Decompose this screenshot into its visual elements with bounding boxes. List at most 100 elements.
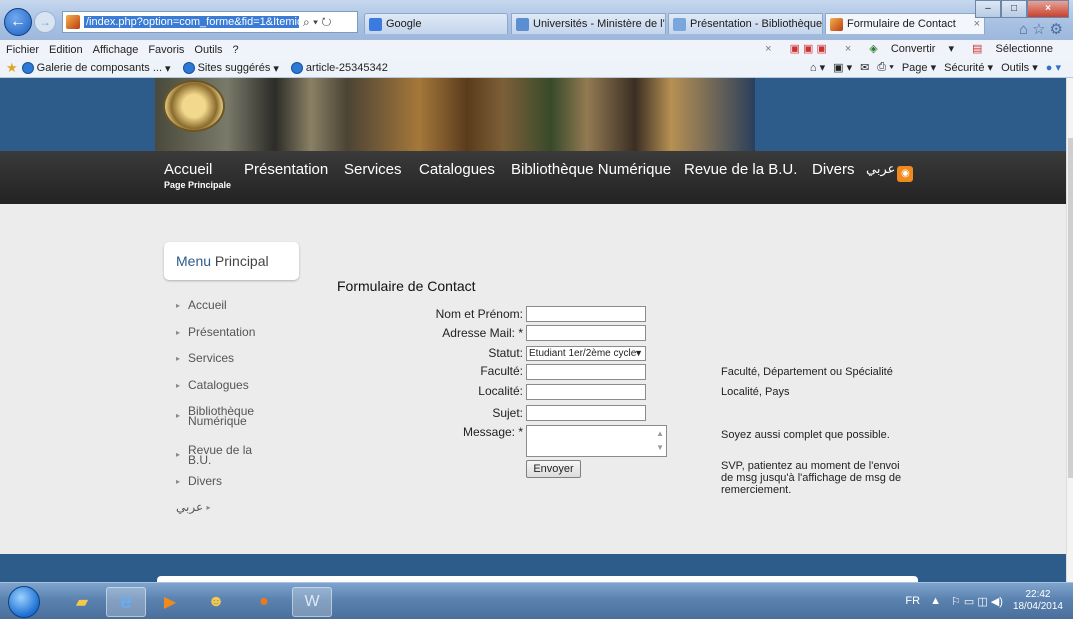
nav-accueil[interactable]: Accueil Page Principale [164,161,231,190]
rss-feed-icon[interactable]: ◉ [897,165,914,182]
home-star-gear-icons[interactable]: ⌂☆⚙ [1019,20,1067,38]
nav-arabic[interactable]: عربي ◉ [866,161,914,182]
tray-icons[interactable]: ⚐ ▭ ◫ ◀) [951,595,1003,608]
bullet-arrow-icon: ▸ [176,353,181,363]
locality-hint: Localité, Pays [721,386,790,398]
page-menu[interactable]: Page ▾ [902,61,936,74]
nav-bibliotheque-numerique[interactable]: Bibliothèque Numérique [511,161,671,178]
side-menu-accueil[interactable]: ▸ Accueil [176,299,227,311]
ie-page-icon [21,62,34,74]
nav-accueil-label: Accueil [164,161,213,178]
web-page: Accueil Page Principale Présentation Ser… [0,78,1066,582]
side-menu-revue[interactable]: ▸ Revue de la B.U. [176,444,252,466]
status-select[interactable]: Etudiant 1er/2ème cycle ▼ [526,346,646,361]
side-menu-arabic[interactable]: عربي ▸ [176,500,210,514]
faculty-hint: Faculté, Département ou Spécialité [721,366,893,378]
submit-hint-line2: de msg jusqu'à l'affichage de msg de [721,472,902,484]
side-menu-services[interactable]: ▸ Services [176,351,235,365]
tab-universites[interactable]: Universités - Ministère de l'Ens... [511,13,666,34]
favorites-bar: ★ Galerie de composants ... ▾ Sites sugg… [0,59,1073,78]
nav-divers[interactable]: Divers [812,161,855,178]
system-tray: FR ▲ ⚐ ▭ ◫ ◀) 22:42 18/04/2014 [905,586,1063,616]
security-menu-label: Sécurité [944,62,985,74]
ie-taskbar-icon[interactable]: e [106,587,146,617]
close-tab-icon[interactable]: × [968,18,980,30]
back-button[interactable]: ← [4,8,32,36]
forward-button[interactable]: → [34,11,56,33]
address-url[interactable]: /index.php?option=com_forme&fid=1&Itemid… [84,16,299,28]
language-indicator[interactable]: FR [905,595,920,607]
menu-principal-header: Menu Principal [164,242,299,280]
pdf-icons[interactable]: ▣ ▣ ▣ [790,42,827,55]
menu-outils[interactable]: Outils [194,44,222,56]
name-input[interactable] [526,306,646,322]
status-label: Statut: [488,346,523,360]
clock-date: 18/04/2014 [1012,601,1063,612]
status-selected-value: Etudiant 1er/2ème cycle [529,348,637,359]
toolbar-close-icon-2[interactable]: × [845,43,851,55]
tab-formulaire-contact[interactable]: Formulaire de Contact × [825,13,985,34]
tools-menu[interactable]: Outils ▾ [1001,61,1038,74]
window-controls: – □ × [975,0,1069,18]
tray-expand-icon[interactable]: ▲ [930,595,941,607]
feeds-icon[interactable]: ▣ ▾ [833,61,852,74]
side-menu-catalogues[interactable]: ▸ Catalogues [176,378,249,392]
start-button[interactable] [8,586,40,618]
nav-presentation[interactable]: Présentation [244,161,328,178]
nav-services[interactable]: Services [344,161,402,178]
select-button[interactable]: ▤ Sélectionne [972,42,1063,55]
scrollbar-thumb[interactable] [1068,138,1073,478]
page-scrollbar[interactable] [1066,78,1073,582]
media-taskbar-icon[interactable]: ▶ [150,587,190,617]
address-bar[interactable]: /index.php?option=com_forme&fid=1&Itemid… [62,11,358,33]
clock[interactable]: 22:42 18/04/2014 [1013,589,1063,613]
mail-icon[interactable]: ✉ [860,61,869,74]
side-menu-presentation[interactable]: ▸ Présentation [176,326,255,338]
favorite-sites-suggeres[interactable]: Sites suggérés ▾ [182,62,279,75]
nav-catalogues[interactable]: Catalogues [419,161,495,178]
search-refresh-icons[interactable]: ⌕ ▾ ↻ [303,15,332,30]
minimize-button[interactable]: – [975,0,1001,18]
message-textarea[interactable]: ▲ ▼ [526,425,667,457]
firefox-taskbar-icon[interactable]: ● [244,587,284,617]
email-label: Adresse Mail: * [442,326,523,340]
form-title: Formulaire de Contact [337,278,476,294]
side-menu-label: Catalogues [188,378,249,392]
menu-favoris[interactable]: Favoris [148,44,184,56]
favorite-galerie[interactable]: Galerie de composants ... ▾ [21,62,171,75]
help-icon[interactable]: ● ▾ [1046,61,1061,74]
menu-edition[interactable]: Edition [49,44,83,56]
send-button[interactable]: Envoyer [526,460,581,478]
favorites-star-icon[interactable]: ★ [6,60,18,76]
ie-page-icon [182,62,195,74]
nav-revue[interactable]: Revue de la B.U. [684,161,797,178]
maximize-button[interactable]: □ [1001,0,1027,18]
tab-presentation[interactable]: Présentation - Bibliothèque un... [668,13,823,34]
home-icon[interactable]: ⌂ ▾ [810,61,825,74]
side-menu-bibliotheque-numerique[interactable]: ▸ Bibliothèque Numérique [176,405,254,427]
locality-input[interactable] [526,384,646,400]
tab-google[interactable]: Google [364,13,508,34]
back-arrow-icon: ← [10,13,26,30]
firefox-icon: ● [259,593,269,610]
email-input[interactable] [526,325,646,341]
menu-help[interactable]: ? [233,44,239,56]
convert-button[interactable]: ◈ Convertir ▾ [869,42,954,55]
explorer-taskbar-icon[interactable]: ▰ [62,587,102,617]
subject-input[interactable] [526,405,646,421]
word-taskbar-icon[interactable]: W [292,587,332,617]
side-menu-divers[interactable]: ▸ Divers [176,475,222,487]
messenger-taskbar-icon[interactable]: ☻ [196,587,236,617]
security-menu[interactable]: Sécurité ▾ [944,61,993,74]
faculty-input[interactable] [526,364,646,380]
toolbar-close-icon[interactable]: × [765,43,771,55]
menu-affichage[interactable]: Affichage [93,44,139,56]
chevron-down-icon: ▼ [634,348,643,358]
print-icon[interactable]: ⎙ ▾ [877,61,893,74]
menu-fichier[interactable]: Fichier [6,44,39,56]
favorite-article[interactable]: article-25345342 [290,62,388,74]
side-menu-label: عربي [176,500,204,514]
close-window-button[interactable]: × [1027,0,1069,18]
folder-icon: ▰ [75,594,89,611]
side-menu-label: Services [188,351,235,365]
